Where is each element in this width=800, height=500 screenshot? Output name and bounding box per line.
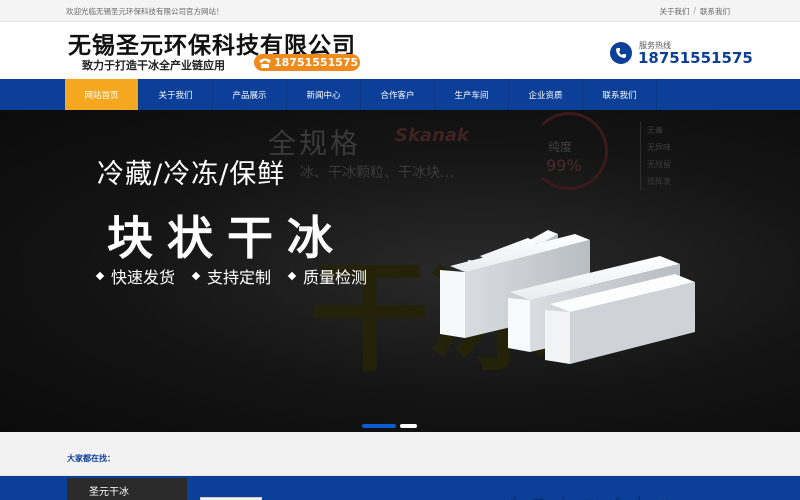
- nav-item-about[interactable]: 关于我们: [139, 79, 213, 110]
- slider-dots: [362, 424, 417, 428]
- banner-title: 块状干冰: [107, 211, 347, 265]
- feature-label: 质量检测: [303, 268, 368, 287]
- nav-item-contact[interactable]: 联系我们: [583, 79, 657, 110]
- nav-item-home[interactable]: 网站首页: [65, 79, 139, 110]
- diamond-bullet-icon: [191, 271, 201, 281]
- nav-item-qualifications[interactable]: 企业资质: [509, 79, 583, 110]
- nav-item-workshop[interactable]: 生产车间: [435, 79, 509, 110]
- purity-value: 99%: [546, 156, 582, 175]
- category-tab[interactable]: 圣元干冰: [67, 478, 187, 500]
- top-link-about[interactable]: 关于我们: [659, 6, 689, 17]
- phone-number: 18751551575: [274, 56, 359, 69]
- section-heading-fragment: 一 ぐ ニ 丨 〃 〆 丿 〃: [480, 490, 674, 500]
- hero-banner[interactable]: 干冰 全规格 Skanak 冰、干冰颗粒、干冰块… 纯度 99% 无毒 无异味 …: [0, 110, 800, 432]
- hot-search-label: 大家都在找：: [67, 454, 115, 463]
- diamond-bullet-icon: [95, 271, 105, 281]
- purity-label: 纯度: [548, 140, 573, 154]
- side-item: 无异味: [647, 143, 671, 152]
- main-nav: 网站首页 关于我们 产品展示 新闻中心 合作客户 生产车间 企业资质 联系我们: [0, 79, 800, 110]
- feature-item: 快速发货: [95, 264, 176, 288]
- welcome-text: 欢迎光临无锡圣元环保科技有限公司官方网站！: [66, 7, 224, 16]
- diamond-bullet-icon: [287, 271, 297, 281]
- side-item: 无残留: [647, 160, 671, 169]
- feature-label: 快速发货: [111, 268, 176, 287]
- slider-dot-2[interactable]: [400, 424, 417, 428]
- banner-features: 快速发货 支持定制 质量检测: [95, 264, 368, 288]
- banner-bg-brand: Skanak: [395, 125, 470, 146]
- top-links: 关于我们 / 联系我们: [659, 6, 730, 17]
- hot-search-bar: 大家都在找：: [0, 432, 800, 476]
- phone-pill: 18751551575: [254, 54, 360, 71]
- phone-icon: [259, 58, 271, 68]
- feature-item: 支持定制: [191, 264, 272, 288]
- slogan: 致力于打造干冰全产业链应用: [82, 59, 225, 72]
- top-bar: 欢迎光临无锡圣元环保科技有限公司官方网站！ 关于我们 / 联系我们: [0, 0, 800, 22]
- product-section-header: 圣元干冰 一 ぐ ニ 丨 〃 〆 丿 〃: [0, 476, 800, 500]
- top-link-contact[interactable]: 联系我们: [700, 6, 730, 17]
- nav-item-news[interactable]: 新闻中心: [287, 79, 361, 110]
- banner-headline: 冷藏/冷冻/保鲜: [97, 159, 286, 190]
- slider-dot-1[interactable]: [362, 424, 396, 428]
- site-header: 无锡圣元环保科技有限公司 致力于打造干冰全产业链应用 18751551575 服…: [0, 22, 800, 79]
- banner-bg-types: 冰、干冰颗粒、干冰块…: [300, 165, 454, 181]
- dry-ice-blocks-image: [440, 230, 695, 364]
- nav-item-products[interactable]: 产品展示: [213, 79, 287, 110]
- side-item: 低挥发: [647, 177, 671, 186]
- side-item: 无毒: [647, 126, 663, 135]
- headset-phone-icon: [610, 42, 632, 64]
- banner-side-list: 无毒 无异味 无残留 低挥发: [640, 122, 680, 190]
- nav-item-clients[interactable]: 合作客户: [361, 79, 435, 110]
- hotline-number: 18751551575: [638, 49, 753, 67]
- top-link-separator: /: [693, 6, 696, 15]
- feature-label: 支持定制: [207, 268, 272, 287]
- feature-item: 质量检测: [287, 264, 368, 288]
